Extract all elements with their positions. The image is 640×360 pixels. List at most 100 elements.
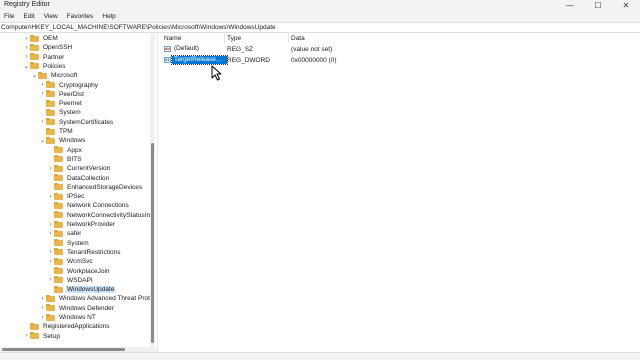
folder-icon (54, 174, 63, 181)
expander-chevron-icon[interactable]: › (47, 166, 54, 172)
tree-item[interactable]: › Cryptography (39, 81, 99, 90)
expander-chevron-icon[interactable]: › (23, 54, 30, 60)
tree-item[interactable]: NetworkConnectivityStatusInd (47, 211, 155, 220)
tree-item-label: RegisteredApplications (43, 323, 110, 331)
tree-item[interactable]: ⌄ Policies (23, 62, 66, 71)
tree-horizontal-scroll-thumb[interactable] (2, 348, 125, 351)
tree-item-label: SystemCertificates (59, 118, 114, 126)
expander-chevron-icon[interactable]: › (47, 249, 54, 255)
menu-edit[interactable]: Edit (19, 11, 39, 22)
tree-item[interactable]: › PeerDist (39, 90, 85, 99)
folder-icon (54, 211, 63, 219)
column-name[interactable]: Name (164, 35, 181, 42)
tree-item-label: Appx (67, 146, 82, 154)
tree-item-label: NetworkProvider (67, 221, 116, 228)
expander-chevron-icon[interactable]: ⌄ (23, 63, 30, 70)
title-bar: Registry Editor — ☐ ✕ (0, 0, 640, 11)
tree-item[interactable]: BITS (47, 155, 82, 164)
tree-item[interactable]: › OpenSSH (23, 43, 73, 52)
tree-item[interactable]: › WcmSvc (47, 257, 94, 266)
value-type: REG_SZ (227, 46, 254, 53)
tree-item[interactable]: › Partner (23, 53, 65, 62)
tree-item[interactable]: › Setup (23, 332, 61, 341)
values-list: Name Type Data ab (Default) REG_SZ (valu… (161, 33, 640, 352)
tree-item[interactable]: › OEM (23, 34, 59, 43)
folder-icon (54, 146, 63, 154)
menu-help[interactable]: Help (98, 11, 120, 22)
folder-icon (54, 267, 63, 274)
tree-item[interactable]: WindowsUpdate (47, 285, 116, 294)
expander-chevron-icon[interactable]: › (39, 82, 46, 88)
value-row-selected[interactable]: 01 TargetReleaseVer... REG_DWORD 0x00000… (161, 55, 640, 65)
column-divider[interactable] (224, 33, 225, 43)
expander-chevron-icon[interactable]: › (47, 277, 54, 283)
address-path[interactable]: Computer\HKEY_LOCAL_MACHINE\SOFTWARE\Pol… (1, 24, 276, 31)
tree-item-label: safer (67, 230, 82, 238)
expander-chevron-icon[interactable]: › (39, 315, 46, 321)
tree-item[interactable]: › Windows Defender (39, 304, 115, 313)
column-divider[interactable] (288, 33, 289, 43)
tree-item[interactable]: › Windows Advanced Threat Prote (39, 294, 155, 303)
tree-item[interactable]: › TenantRestrictions (47, 248, 121, 257)
value-row[interactable]: ab (Default) REG_SZ (value not set) (161, 44, 640, 54)
tree-item[interactable]: › SystemCertificates (39, 118, 114, 127)
expander-chevron-icon[interactable]: › (39, 91, 46, 97)
value-name: TargetReleaseVer... (172, 56, 227, 64)
tree-item-label: EnhancedStorageDevices (67, 183, 143, 191)
expander-chevron-icon[interactable]: › (47, 231, 54, 237)
tree-item[interactable]: System (39, 108, 82, 117)
menu-view[interactable]: View (40, 11, 63, 22)
tree-item[interactable]: Network Connections (47, 201, 130, 210)
folder-icon (54, 248, 63, 256)
close-button[interactable]: ✕ (612, 0, 640, 11)
menu-bar: File Edit View Favorites Help (0, 11, 640, 22)
folder-icon (30, 43, 39, 51)
expander-chevron-icon[interactable]: › (39, 119, 46, 125)
tree-item[interactable]: › safer (47, 229, 82, 238)
expander-chevron-icon[interactable]: › (23, 45, 30, 51)
tree-item[interactable]: System (47, 239, 90, 248)
tree-item-label: DataCollection (67, 174, 110, 182)
tree-item-label: BITS (67, 155, 82, 163)
tree-item[interactable]: › NetworkProvider (47, 220, 116, 229)
tree-item[interactable]: Appx (47, 146, 83, 155)
tree-item[interactable]: WorkplaceJoin (47, 267, 111, 276)
maximize-button[interactable]: ☐ (584, 0, 612, 11)
expander-chevron-icon[interactable]: › (47, 259, 54, 265)
tree-item[interactable]: RegisteredApplications (23, 322, 110, 331)
menu-file[interactable]: File (0, 11, 19, 22)
menu-favorites[interactable]: Favorites (63, 11, 99, 22)
mouse-cursor-icon (211, 65, 222, 81)
expander-chevron-icon[interactable]: › (23, 36, 30, 42)
tree-vertical-scroll-thumb[interactable] (151, 143, 154, 343)
tree-item-label: IPSec (67, 193, 85, 201)
column-data[interactable]: Data (291, 35, 305, 42)
minimize-button[interactable]: — (556, 0, 584, 11)
tree-item[interactable]: TPM (39, 127, 74, 136)
tree-item[interactable]: › WSDAPI (47, 276, 94, 285)
value-data: (value not set) (291, 46, 333, 53)
tree-item[interactable]: › IPSec (47, 192, 85, 201)
tree-item[interactable]: EnhancedStorageDevices (47, 183, 143, 192)
expander-chevron-icon[interactable]: › (47, 222, 54, 228)
tree-item-label: PeerDist (59, 90, 84, 98)
folder-icon (46, 304, 55, 312)
address-bar[interactable]: Computer\HKEY_LOCAL_MACHINE\SOFTWARE\Pol… (0, 22, 640, 33)
tree-item[interactable]: DataCollection (47, 174, 110, 183)
tree-item[interactable]: › CurrentVersion (47, 164, 111, 173)
expander-chevron-icon[interactable]: ⌄ (39, 137, 46, 144)
folder-icon (46, 136, 55, 144)
folder-icon (46, 81, 55, 88)
expander-chevron-icon[interactable]: › (39, 305, 46, 311)
expander-chevron-icon[interactable]: ⌄ (31, 72, 38, 79)
tree-item[interactable]: ⌄ Windows (39, 136, 86, 145)
expander-chevron-icon[interactable]: › (39, 296, 46, 302)
tree-vertical-scrollbar[interactable] (150, 33, 155, 347)
tree-item[interactable]: ⌄ Microsoft (31, 71, 78, 80)
expander-chevron-icon[interactable]: › (23, 333, 30, 339)
expander-chevron-icon[interactable]: › (47, 194, 54, 200)
tree-item[interactable]: › Windows NT (39, 313, 97, 322)
column-type[interactable]: Type (227, 35, 241, 42)
tree-item[interactable]: Peernet (39, 99, 83, 108)
folder-icon (30, 53, 39, 61)
